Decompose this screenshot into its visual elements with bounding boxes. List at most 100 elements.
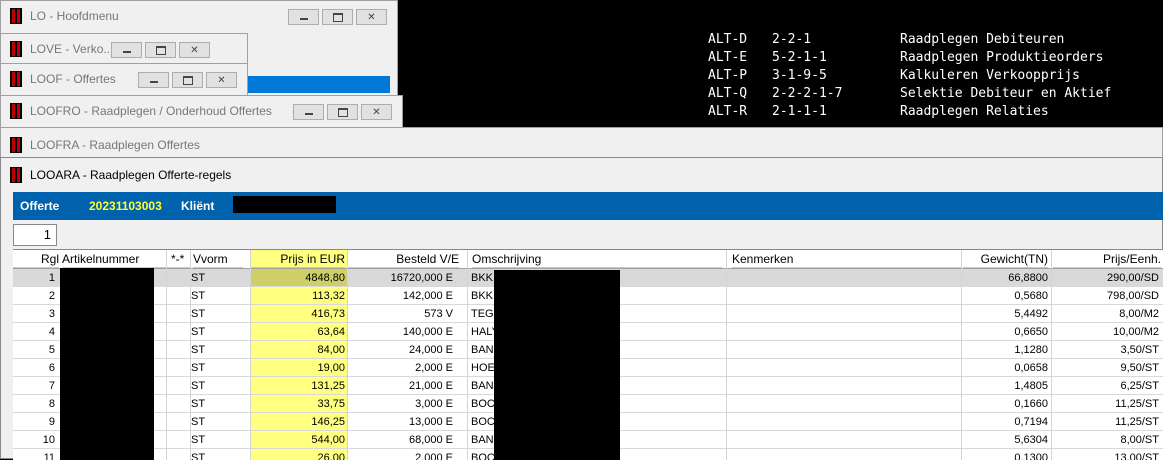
title-bar[interactable]: LOOFRA - Raadplegen Offertes bbox=[1, 130, 1162, 160]
cell-gewicht: 1,4805 bbox=[1014, 380, 1048, 392]
app-logo-icon bbox=[10, 167, 22, 183]
omschrijving-redaction bbox=[494, 270, 620, 460]
cell-prijs: 416,73 bbox=[311, 308, 345, 320]
maximize-icon bbox=[332, 12, 343, 22]
col-header-artikelnummer[interactable]: Artikelnummer bbox=[62, 250, 172, 268]
cell-gewicht: 5,4492 bbox=[1014, 308, 1048, 320]
cell-vvorm: ST bbox=[191, 434, 206, 446]
cell-vvorm: ST bbox=[191, 362, 206, 374]
cell-gewicht: 0,0658 bbox=[1014, 362, 1048, 374]
column-divider bbox=[467, 250, 468, 460]
cell-rgl: 2 bbox=[48, 290, 55, 302]
col-header-vvorm[interactable]: Vvorm bbox=[193, 250, 243, 268]
cell-besteld: 140,000 E bbox=[402, 326, 453, 338]
column-divider bbox=[726, 250, 727, 460]
cell-prijs-eenh: 290,00/SD bbox=[1107, 272, 1159, 284]
cell-prijs: 146,25 bbox=[311, 416, 345, 428]
cell-rgl: 3 bbox=[48, 308, 55, 320]
cell-prijs: 4848,80 bbox=[305, 272, 345, 284]
cell-besteld: 68,000 E bbox=[408, 434, 453, 446]
cell-prijs: 63,64 bbox=[317, 326, 345, 338]
col-header-omschrijving[interactable]: Omschrijving bbox=[472, 250, 722, 268]
title-bar[interactable]: LOVE - Verko... ✕ bbox=[1, 34, 247, 64]
col-header-prijs-eenh[interactable]: Prijs/Eenh. bbox=[1053, 250, 1161, 268]
window-title: LO - Hoofdmenu bbox=[30, 9, 119, 23]
close-button[interactable]: ✕ bbox=[179, 42, 210, 58]
col-header-prijs[interactable]: Prijs in EUR bbox=[250, 250, 345, 268]
column-divider bbox=[1051, 250, 1052, 460]
column-divider bbox=[961, 250, 962, 460]
column-divider bbox=[250, 250, 251, 460]
cell-rgl: 8 bbox=[48, 398, 55, 410]
window-controls: ✕ bbox=[288, 9, 387, 25]
cell-prijs-eenh: 13,00/ST bbox=[1114, 452, 1159, 460]
col-header-flag[interactable]: *-* bbox=[171, 250, 191, 268]
cell-prijs: 33,75 bbox=[317, 398, 345, 410]
shortcut-row: ALT-P 3-1-9-5 Kalkuleren Verkoopprijs bbox=[708, 67, 1111, 85]
minimize-button[interactable] bbox=[288, 9, 319, 25]
offerte-regels-table: Rgl Artikelnummer *-* Vvorm Prijs in EUR… bbox=[13, 249, 1163, 460]
window-title: LOOF - Offertes bbox=[30, 72, 116, 86]
shortcut-code: 2-1-1-1 bbox=[772, 104, 827, 119]
artikelnummer-redaction bbox=[60, 268, 154, 460]
page-number-field[interactable]: 1 bbox=[13, 224, 57, 246]
cell-prijs-eenh: 8,00/M2 bbox=[1119, 308, 1159, 320]
cell-besteld: 2,000 E bbox=[415, 362, 453, 374]
cell-gewicht: 1,1280 bbox=[1014, 344, 1048, 356]
cell-gewicht: 66,8800 bbox=[1008, 272, 1048, 284]
shortcut-code: 5-2-1-1 bbox=[772, 50, 827, 65]
maximize-icon bbox=[155, 45, 166, 55]
cell-vvorm: ST bbox=[191, 308, 206, 320]
column-divider bbox=[190, 250, 191, 460]
col-header-rgl[interactable]: Rgl bbox=[13, 250, 59, 268]
cell-prijs: 19,00 bbox=[317, 362, 345, 374]
cell-prijs-eenh: 3,50/ST bbox=[1120, 344, 1159, 356]
cell-vvorm: ST bbox=[191, 326, 206, 338]
minimize-button[interactable] bbox=[138, 72, 169, 88]
minimize-button[interactable] bbox=[111, 42, 142, 58]
minimize-button[interactable] bbox=[293, 104, 324, 120]
col-header-kenmerken[interactable]: Kenmerken bbox=[732, 250, 962, 268]
close-button[interactable]: ✕ bbox=[206, 72, 237, 88]
close-button[interactable]: ✕ bbox=[361, 104, 392, 120]
cell-gewicht: 0,5680 bbox=[1014, 290, 1048, 302]
cell-besteld: 142,000 E bbox=[402, 290, 453, 302]
maximize-button[interactable] bbox=[145, 42, 176, 58]
maximize-button[interactable] bbox=[172, 72, 203, 88]
cell-besteld: 21,000 E bbox=[408, 380, 453, 392]
window-title: LOOARA - Raadplegen Offerte-regels bbox=[30, 168, 232, 182]
app-logo-icon bbox=[10, 71, 22, 87]
cell-rgl: 11 bbox=[43, 452, 55, 460]
shortcut-key: ALT-E bbox=[708, 50, 748, 65]
cell-prijs: 26,00 bbox=[317, 452, 345, 460]
maximize-button[interactable] bbox=[327, 104, 358, 120]
cell-rgl: 6 bbox=[48, 362, 55, 374]
cell-rgl: 9 bbox=[48, 416, 55, 428]
title-bar[interactable]: LO - Hoofdmenu ✕ bbox=[1, 1, 397, 31]
cell-rgl: 5 bbox=[48, 344, 55, 356]
shortcut-key: ALT-P bbox=[708, 68, 748, 83]
cell-prijs-eenh: 6,25/ST bbox=[1120, 380, 1159, 392]
cell-prijs-eenh: 11,25/ST bbox=[1115, 416, 1159, 428]
title-bar[interactable]: LOOF - Offertes ✕ bbox=[1, 64, 247, 94]
cell-gewicht: 0,6650 bbox=[1014, 326, 1048, 338]
shortcut-key: ALT-Q bbox=[708, 86, 748, 101]
cell-besteld: 13,000 E bbox=[408, 416, 453, 428]
maximize-button[interactable] bbox=[322, 9, 353, 25]
col-header-gewicht[interactable]: Gewicht(TN) bbox=[963, 250, 1048, 268]
close-button[interactable]: ✕ bbox=[356, 9, 387, 25]
col-header-besteld[interactable]: Besteld V/E bbox=[347, 250, 459, 268]
minimize-icon bbox=[149, 81, 158, 83]
shortcut-desc: Kalkuleren Verkoopprijs bbox=[900, 68, 1081, 83]
window-controls: ✕ bbox=[293, 104, 392, 120]
title-bar[interactable]: LOOARA - Raadplegen Offerte-regels bbox=[1, 160, 1162, 190]
window-controls: ✕ bbox=[138, 72, 237, 88]
cell-vvorm: ST bbox=[191, 416, 206, 428]
cell-besteld: 573 V bbox=[424, 308, 453, 320]
window-title: LOOFRA - Raadplegen Offertes bbox=[30, 138, 200, 152]
blue-selection-strip bbox=[248, 76, 390, 93]
app-logo-icon bbox=[10, 103, 22, 119]
klient-label: Kliënt bbox=[181, 199, 215, 213]
title-bar[interactable]: LOOFRO - Raadplegen / Onderhoud Offertes… bbox=[1, 96, 402, 126]
close-icon: ✕ bbox=[367, 11, 376, 23]
